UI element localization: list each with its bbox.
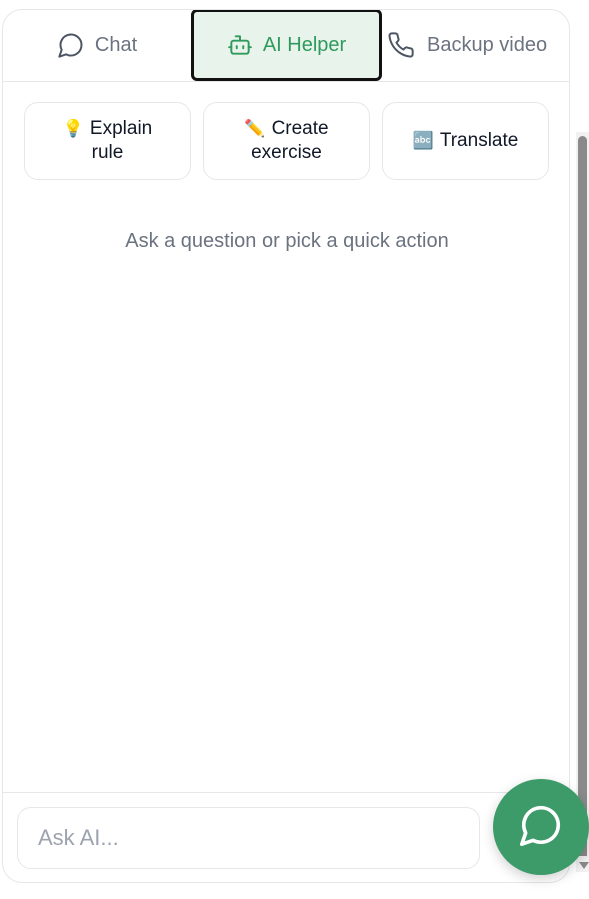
explain-rule-button[interactable]: 💡 Explain rule xyxy=(24,102,191,180)
tab-ai-helper[interactable]: AI Helper xyxy=(191,10,382,81)
tab-ai-helper-label: AI Helper xyxy=(262,33,347,56)
phone-icon xyxy=(387,31,415,59)
abc-icon: 🔤 xyxy=(412,131,434,150)
explain-rule-label-line1: Explain xyxy=(89,118,153,139)
explain-rule-label-line2: rule xyxy=(91,142,124,163)
chat-bubble-icon xyxy=(57,31,85,59)
tab-backup-video-label: Backup video xyxy=(427,33,548,56)
quick-actions: 💡 Explain rule ✏️ Create exercise 🔤 Transla… xyxy=(24,102,551,180)
chat-launcher-button[interactable] xyxy=(493,779,589,875)
robot-icon xyxy=(227,32,253,58)
tab-backup-video[interactable]: Backup video xyxy=(387,10,567,80)
empty-state-hint: Ask a question or pick a quick action xyxy=(125,230,449,252)
create-exercise-label-line1: Create xyxy=(271,118,329,139)
tab-bar: Chat AI Helper Backup video xyxy=(3,10,569,82)
lightbulb-icon: 💡 xyxy=(62,119,84,138)
scrollbar-thumb[interactable] xyxy=(578,136,587,856)
scroll-down-arrow[interactable] xyxy=(579,862,589,869)
composer xyxy=(3,792,569,882)
translate-label: Translate xyxy=(439,130,519,151)
chat-panel: Chat AI Helper Backup video 💡 Explain ru… xyxy=(2,9,570,883)
tab-chat-label: Chat xyxy=(94,33,138,56)
pencil-icon: ✏️ xyxy=(244,119,266,138)
tab-chat[interactable]: Chat xyxy=(3,10,191,80)
ask-ai-input[interactable] xyxy=(17,807,480,869)
create-exercise-button[interactable]: ✏️ Create exercise xyxy=(203,102,370,180)
chat-bubble-icon xyxy=(518,802,564,853)
translate-button[interactable]: 🔤 Translate xyxy=(382,102,549,180)
create-exercise-label-line2: exercise xyxy=(251,142,322,163)
